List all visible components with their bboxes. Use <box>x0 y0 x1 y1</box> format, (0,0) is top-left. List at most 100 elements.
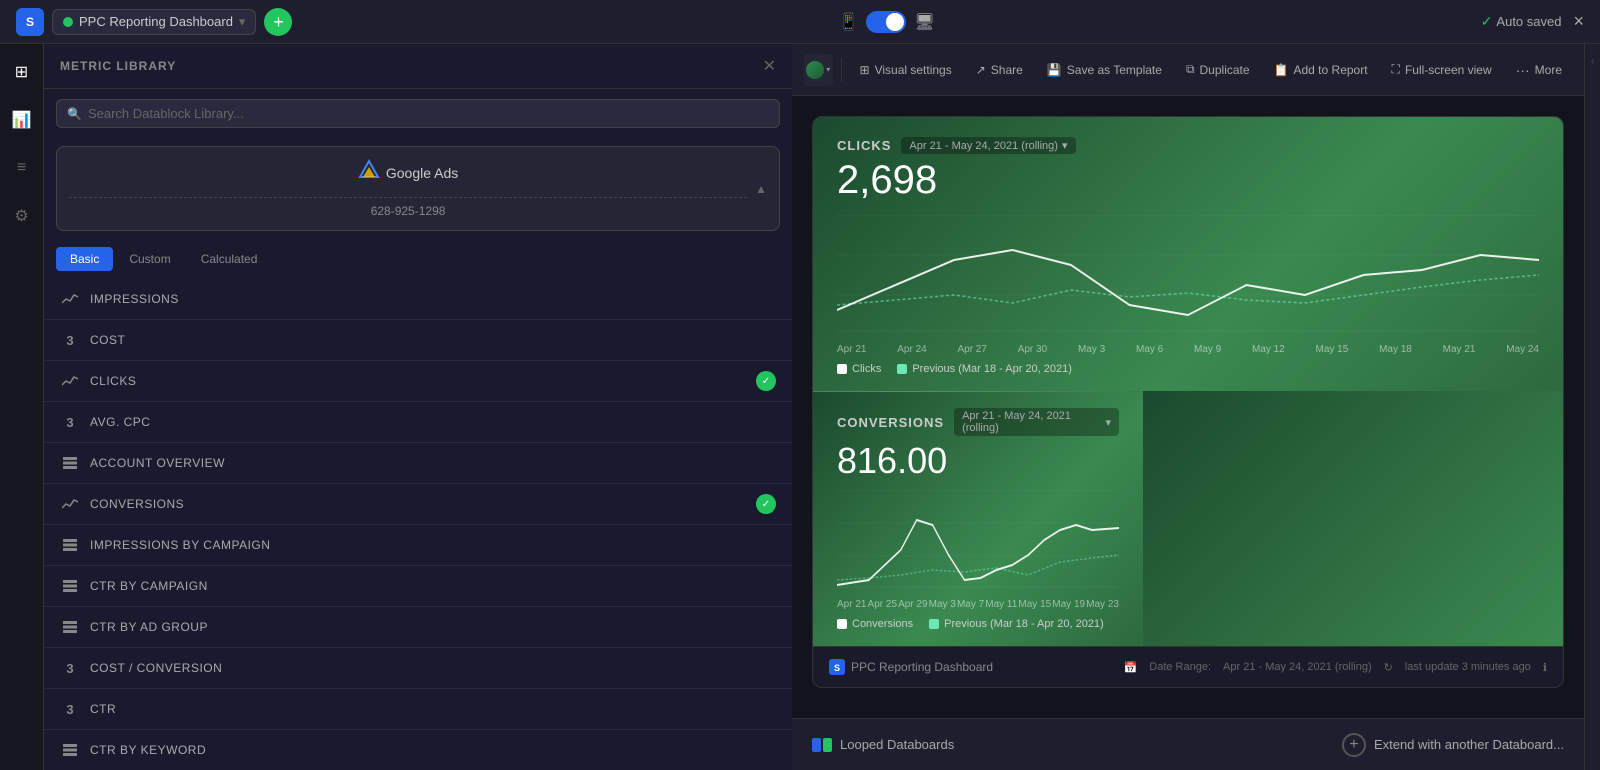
sidebar-close-icon[interactable]: ✕ <box>763 56 776 76</box>
provider-id: 628-925-1298 <box>69 197 747 218</box>
conversions-legend: Conversions Previous (Mar 18 - Apr 20, 2… <box>837 618 1119 630</box>
clicks-metric-name: CLICKS <box>837 138 891 153</box>
extend-databoard-button[interactable]: + Extend with another Databoard... <box>1342 733 1564 757</box>
tab-basic[interactable]: Basic <box>56 247 113 271</box>
clicks-chart-header: CLICKS Apr 21 - May 24, 2021 (rolling) ▾ <box>837 137 1539 154</box>
full-screen-button[interactable]: ⛶ Full-screen view <box>1382 56 1502 83</box>
visual-settings-button[interactable]: ⊞ Visual settings <box>850 57 962 83</box>
metric-item-impressions-by-campaign[interactable]: IMPRESSIONS BY CAMPAIGN <box>44 525 792 566</box>
number-3-icon-avg: 3 <box>60 412 80 432</box>
metric-name-clicks: CLICKS <box>90 374 746 388</box>
metric-item-clicks[interactable]: CLICKS ✓ <box>44 361 792 402</box>
metric-name-avg-cpc: AVG. CPC <box>90 415 776 429</box>
trend-icon <box>60 289 80 309</box>
brand-icon: S <box>829 659 845 675</box>
metric-item-impressions[interactable]: IMPRESSIONS <box>44 279 792 320</box>
conversions-chart-inner: CONVERSIONS Apr 21 - May 24, 2021 (rolli… <box>813 391 1143 646</box>
tab-custom[interactable]: Custom <box>115 247 184 271</box>
sidebar-icon-table[interactable]: ≡ <box>6 152 38 184</box>
metric-item-cost[interactable]: 3 COST <box>44 320 792 361</box>
canvas: CLICKS Apr 21 - May 24, 2021 (rolling) ▾… <box>792 96 1584 718</box>
sidebar-title: METRIC LIBRARY <box>60 59 176 73</box>
calendar-icon: 📅 <box>1124 661 1138 674</box>
conv-legend-dot-previous <box>929 619 939 629</box>
search-input[interactable] <box>88 106 769 121</box>
bottom-bar: Looped Databoards + Extend with another … <box>792 718 1584 770</box>
conversions-row: CONVERSIONS Apr 21 - May 24, 2021 (rolli… <box>813 391 1563 646</box>
add-report-icon: 📋 <box>1274 63 1289 77</box>
looped-icon <box>812 738 832 752</box>
metric-name-impressions: IMPRESSIONS <box>90 292 776 306</box>
color-picker-button[interactable]: ▾ <box>804 54 833 86</box>
search-box[interactable]: 🔍 <box>56 99 780 128</box>
sidebar-icon-grid[interactable]: ⊞ <box>6 56 38 88</box>
provider-expand-icon[interactable]: ▲ <box>755 182 767 196</box>
metric-item-ctr-by-campaign[interactable]: CTR BY CAMPAIGN <box>44 566 792 607</box>
metric-name-ctr: CTR <box>90 702 776 716</box>
table-icon-ctr-campaign <box>60 576 80 596</box>
tab-calculated[interactable]: Calculated <box>187 247 272 271</box>
more-icon: ··· <box>1516 62 1530 78</box>
content-area: ▾ ⊞ Visual settings ↗ Share 💾 Save as Te… <box>792 44 1584 770</box>
dashboard-chevron-icon: ▾ <box>239 14 246 30</box>
right-panel-collapse[interactable]: ‹ <box>1584 44 1600 770</box>
metric-item-cost-conversion[interactable]: 3 COST / CONVERSION <box>44 648 792 689</box>
metric-item-ctr-by-keyword[interactable]: CTR BY KEYWORD <box>44 730 792 770</box>
metric-item-ctr-by-ad-group[interactable]: CTR BY AD GROUP <box>44 607 792 648</box>
clicks-check-badge: ✓ <box>756 371 776 391</box>
share-button[interactable]: ↗ Share <box>966 57 1033 83</box>
metric-name-ctr-by-keyword: CTR BY KEYWORD <box>90 743 776 757</box>
provider-card[interactable]: Google Ads 628-925-1298 ▲ <box>56 146 780 231</box>
conversions-chart-header: CONVERSIONS Apr 21 - May 24, 2021 (rolli… <box>837 408 1119 436</box>
dashboard-name-label: PPC Reporting Dashboard <box>79 14 233 29</box>
conversions-date-range-selector[interactable]: Apr 21 - May 24, 2021 (rolling) ▾ <box>954 408 1119 436</box>
duplicate-button[interactable]: ⧉ Duplicate <box>1176 56 1260 83</box>
topbar-left: S PPC Reporting Dashboard ▾ + <box>16 8 292 36</box>
conversions-metric-name: CONVERSIONS <box>837 415 944 430</box>
share-icon: ↗ <box>976 63 986 77</box>
close-button[interactable]: × <box>1573 11 1584 32</box>
extend-label: Extend with another Databoard... <box>1374 737 1564 752</box>
number-3-icon: 3 <box>60 330 80 350</box>
conversions-legend-current: Conversions <box>837 618 913 630</box>
table-icon-account <box>60 453 80 473</box>
desktop-icon[interactable]: 🖥 <box>914 12 934 32</box>
metric-name-cost-conversion: COST / CONVERSION <box>90 661 776 675</box>
more-button[interactable]: ··· More <box>1506 56 1572 84</box>
dashboard-brand: S PPC Reporting Dashboard <box>829 659 993 675</box>
sidebar-icon-settings[interactable]: ⚙ <box>6 200 38 232</box>
view-toggle[interactable] <box>866 11 906 33</box>
conversions-date-range: Apr 21 - May 24, 2021 (rolling) <box>962 410 1101 434</box>
add-databoard-button[interactable]: + <box>264 8 292 36</box>
metric-item-conversions[interactable]: CONVERSIONS ✓ <box>44 484 792 525</box>
mobile-icon[interactable]: 📱 <box>838 12 858 32</box>
number-3-icon-ctr: 3 <box>60 699 80 719</box>
metric-item-ctr[interactable]: 3 CTR <box>44 689 792 730</box>
date-range-value: Apr 21 - May 24, 2021 (rolling) <box>1223 661 1372 673</box>
duplicate-label: Duplicate <box>1200 63 1250 77</box>
share-label: Share <box>991 63 1023 77</box>
google-ads-icon <box>358 159 380 187</box>
topbar: S PPC Reporting Dashboard ▾ + 📱 🖥 ✓ Auto… <box>0 0 1600 44</box>
save-as-template-button[interactable]: 💾 Save as Template <box>1037 57 1172 83</box>
table-icon-imp-campaign <box>60 535 80 555</box>
sidebar-panel: METRIC LIBRARY ✕ 🔍 <box>44 44 792 770</box>
metric-item-avg-cpc[interactable]: 3 AVG. CPC <box>44 402 792 443</box>
visual-settings-label: Visual settings <box>875 63 952 77</box>
svg-text:S: S <box>834 663 840 673</box>
table-icon-ctr-keyword <box>60 740 80 760</box>
conversions-right-panel <box>1143 391 1563 646</box>
metric-name-ctr-by-ad-group: CTR BY AD GROUP <box>90 620 776 634</box>
add-to-report-button[interactable]: 📋 Add to Report <box>1264 57 1378 83</box>
metric-name-cost: COST <box>90 333 776 347</box>
fullscreen-icon: ⛶ <box>1392 62 1400 77</box>
clicks-date-range-selector[interactable]: Apr 21 - May 24, 2021 (rolling) ▾ <box>901 137 1075 154</box>
conversions-legend-previous: Previous (Mar 18 - Apr 20, 2021) <box>929 618 1104 630</box>
sidebar-icon-chart[interactable]: 📊 <box>6 104 38 136</box>
check-circle-icon: ✓ <box>1481 13 1493 30</box>
metric-item-account-overview[interactable]: ACCOUNT OVERVIEW <box>44 443 792 484</box>
visual-settings-icon: ⊞ <box>860 63 870 77</box>
dashboard-name-selector[interactable]: PPC Reporting Dashboard ▾ <box>52 9 256 35</box>
save-as-template-label: Save as Template <box>1067 63 1162 77</box>
clicks-x-axis: Apr 21 Apr 24 Apr 27 Apr 30 May 3 May 6 … <box>837 344 1539 355</box>
